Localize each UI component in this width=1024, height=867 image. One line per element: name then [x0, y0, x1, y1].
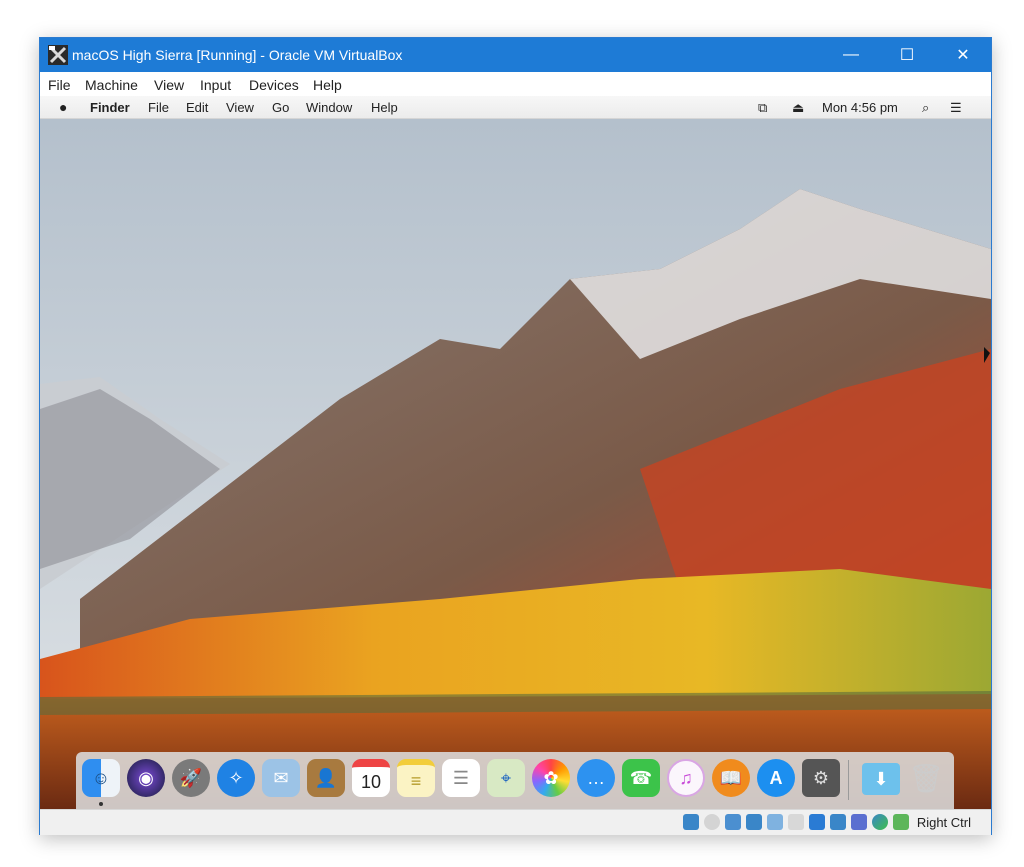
shared-folders-icon[interactable]: [788, 814, 804, 830]
display-icon[interactable]: [809, 814, 825, 830]
video-capture-icon[interactable]: [830, 814, 846, 830]
notification-center-icon[interactable]: ☰: [950, 100, 962, 116]
dock-trash[interactable]: 🗑: [907, 759, 945, 797]
dock-photos[interactable]: ✿: [532, 759, 570, 797]
virtualbox-window: macOS High Sierra [Running] - Oracle VM …: [39, 37, 992, 835]
downloads-icon: ⬇: [873, 768, 889, 789]
virtualbox-app-icon: [48, 45, 68, 65]
safari-icon: ✧: [228, 767, 244, 788]
photos-icon: ✿: [543, 767, 559, 788]
audio-icon[interactable]: [725, 814, 741, 830]
mouse-integration-icon[interactable]: [872, 814, 888, 830]
mouse-cursor: [984, 347, 990, 363]
virtualbox-menu-bar: File Machine View Input Devices Help: [40, 72, 991, 96]
dock-calendar[interactable]: 10: [352, 759, 390, 797]
dock-separator: [848, 760, 849, 800]
dock-reminders[interactable]: ☰: [442, 759, 480, 797]
close-button[interactable]: ✕: [935, 38, 991, 72]
mac-menu-window[interactable]: Window: [306, 100, 352, 115]
dock-maps[interactable]: ⌖: [487, 759, 525, 797]
clock[interactable]: Mon 4:56 pm: [822, 100, 898, 115]
notes-icon: ≡: [410, 770, 422, 791]
mac-menu-edit[interactable]: Edit: [186, 100, 208, 115]
high-sierra-wallpaper: [40, 119, 991, 809]
mac-menu-view[interactable]: View: [226, 100, 254, 115]
dock-itunes[interactable]: ♫: [667, 759, 705, 797]
host-key-label: Right Ctrl: [916, 815, 971, 830]
itunes-icon: ♫: [679, 767, 693, 788]
calendar-icon: 10: [360, 771, 382, 792]
dock-safari[interactable]: ✧: [217, 759, 255, 797]
reminders-icon: ☰: [452, 767, 470, 788]
system-preferences-icon: ⚙: [812, 767, 830, 788]
vbox-menu-view[interactable]: View: [154, 77, 184, 93]
macos-menu-bar: ● Finder File Edit View Go Window Help ⧉…: [40, 96, 991, 119]
running-indicator: [99, 802, 103, 806]
dock-app-store[interactable]: A: [757, 759, 795, 797]
mac-menu-finder[interactable]: Finder: [90, 100, 130, 115]
eject-icon[interactable]: ⏏: [792, 100, 804, 116]
messages-icon: …: [587, 767, 605, 788]
maps-icon: ⌖: [500, 767, 512, 788]
virtualbox-status-bar: Right Ctrl: [40, 809, 991, 835]
siri-icon: ◉: [138, 767, 154, 788]
dock-launchpad[interactable]: 🚀: [172, 759, 210, 797]
mail-icon: ✉: [273, 767, 289, 788]
display-mirroring-icon[interactable]: ⧉: [758, 100, 767, 116]
mac-menu-go[interactable]: Go: [272, 100, 289, 115]
contacts-icon: 👤: [314, 767, 338, 788]
dock-mail[interactable]: ✉: [262, 759, 300, 797]
spotlight-search-icon[interactable]: ⌕: [922, 100, 929, 116]
dock-finder[interactable]: ☺: [82, 759, 120, 797]
dock-downloads-folder[interactable]: ⬇: [862, 763, 900, 795]
dock-siri[interactable]: ◉: [127, 759, 165, 797]
ibooks-icon: 📖: [719, 767, 743, 788]
vbox-menu-input[interactable]: Input: [200, 77, 231, 93]
facetime-icon: ☎: [629, 767, 653, 788]
mac-menu-file[interactable]: File: [148, 100, 169, 115]
app-store-icon: A: [769, 767, 783, 788]
optical-drive-icon[interactable]: [704, 814, 720, 830]
dock-notes[interactable]: ≡: [397, 759, 435, 797]
launchpad-icon: 🚀: [179, 767, 203, 788]
finder-icon: ☺: [91, 767, 111, 788]
vbox-menu-machine[interactable]: Machine: [85, 77, 138, 93]
usb-icon[interactable]: [767, 814, 783, 830]
network-icon[interactable]: [746, 814, 762, 830]
title-bar[interactable]: macOS High Sierra [Running] - Oracle VM …: [40, 38, 991, 72]
cpu-icon[interactable]: [851, 814, 867, 830]
dock-facetime[interactable]: ☎: [622, 759, 660, 797]
minimize-button[interactable]: —: [823, 38, 879, 72]
maximize-button[interactable]: ☐: [879, 38, 935, 72]
macos-desktop[interactable]: ☺ ◉ 🚀 ✧ ✉ 👤 10 ≡ ☰ ⌖ ✿ … ☎ ♫ 📖 A ⚙ ⬇ 🗑: [40, 119, 991, 809]
vbox-menu-help[interactable]: Help: [313, 77, 342, 93]
vbox-menu-devices[interactable]: Devices: [249, 77, 299, 93]
trash-icon: 🗑: [908, 762, 944, 794]
mac-menu-help[interactable]: Help: [371, 100, 398, 115]
dock-messages[interactable]: …: [577, 759, 615, 797]
dock-contacts[interactable]: 👤: [307, 759, 345, 797]
vbox-menu-file[interactable]: File: [48, 77, 71, 93]
window-title: macOS High Sierra [Running] - Oracle VM …: [72, 47, 403, 63]
hard-disk-icon[interactable]: [683, 814, 699, 830]
keyboard-capture-icon[interactable]: [893, 814, 909, 830]
apple-menu-icon[interactable]: ●: [59, 99, 67, 115]
dock-ibooks[interactable]: 📖: [712, 759, 750, 797]
dock: ☺ ◉ 🚀 ✧ ✉ 👤 10 ≡ ☰ ⌖ ✿ … ☎ ♫ 📖 A ⚙ ⬇ 🗑: [76, 752, 954, 809]
dock-system-preferences[interactable]: ⚙: [802, 759, 840, 797]
